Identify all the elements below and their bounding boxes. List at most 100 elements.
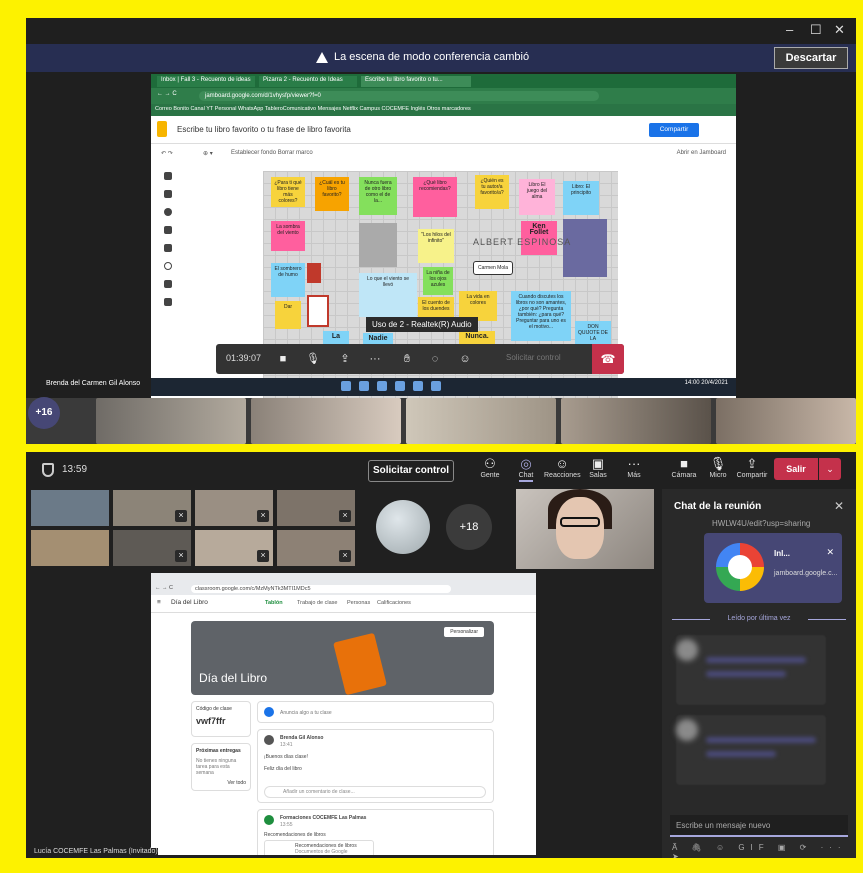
chevron-down-icon[interactable]: ⌄ [819,458,841,480]
browser-tab[interactable]: Inbox | Fall 3 - Recuento de ideas [157,76,255,87]
sticky-note[interactable]: Libro El juego del alma [519,179,555,215]
tab-people[interactable]: Personas [347,600,370,606]
zoom-icon[interactable]: ⊕ ▾ [203,150,213,157]
sticky-note[interactable]: Libro: El principito [563,181,599,215]
bookmarks-bar[interactable]: Correo Bonito Canal YT Personal WhatsApp… [151,104,736,116]
view-all-link[interactable]: Ver todo [227,780,246,786]
sticky-note[interactable]: "Los hilos del infinito" [418,229,454,263]
select-icon[interactable] [164,208,172,216]
chat-button[interactable]: ◎ Chat [508,456,544,482]
participant-tile[interactable] [30,529,110,567]
raise-hand-icon[interactable]: ✋︎ [398,350,416,368]
request-control-button[interactable]: Solicitar control [506,353,561,362]
sticky-note[interactable]: La niña de los ojos azules [423,267,453,295]
frame-tools[interactable]: Establecer fondo Borrar marco [231,150,313,156]
link-preview-card[interactable]: Inl... ✕ jamboard.google.c... [704,533,842,603]
minimize-icon[interactable]: – [786,22,793,37]
tab-grades[interactable]: Calificaciones [377,600,411,606]
mic-button[interactable]: 🎙︎ Micro [700,456,736,479]
sticky-note[interactable]: El sombrero de humo [271,263,305,297]
camera-button[interactable]: ■ Cámara [666,456,702,479]
name-box[interactable]: Carmen Mola [473,261,513,275]
chrome-icon[interactable] [395,381,405,391]
rooms-button[interactable]: ▣ Salas [580,456,616,479]
more-participants-badge[interactable]: +16 [28,397,60,429]
close-icon[interactable]: ✕ [826,547,834,558]
sticky-note[interactable]: ¿Para ti qué libro tiene más colores? [271,177,305,207]
sticky-note[interactable]: ¿Quién es tu autor/a favorito/a? [475,175,509,209]
open-in-jamboard-link[interactable]: Abrir en Jamboard [677,150,726,156]
attachment-card[interactable]: Recomendaciones de libros Documentos de … [264,840,374,855]
shape-icon[interactable] [164,262,172,270]
leave-button[interactable]: Salir [774,458,818,480]
dismiss-button[interactable]: Descartar [774,47,848,69]
people-button[interactable]: ⚇ Gente [472,456,508,479]
participant-tile[interactable]: ⨯ [194,489,274,527]
address-bar[interactable]: classroom.google.com/c/MzMyNTk3MTI1MDc5 [191,585,451,593]
camera-icon[interactable]: ■ [274,350,292,368]
sticky-note[interactable]: ¿Qué libro recomiendas? [413,177,457,217]
chat-compose-tools[interactable]: A᷉ 🖇 ☺ GIF ▣ ⟳ ··· ➤ [672,843,856,858]
request-control-button[interactable]: Solicitar control [368,460,454,482]
close-icon[interactable]: ✕ [834,22,845,38]
more-icon[interactable]: ··· [366,350,384,368]
tab-stream[interactable]: Tablón [265,600,283,606]
message-input[interactable]: Escribe un mensaje nuevo [670,815,848,837]
participant-tile[interactable]: ⨯ [276,489,356,527]
participant-video[interactable] [716,398,856,444]
participant-tile[interactable]: ⨯ [194,529,274,567]
pen-icon[interactable] [164,172,172,180]
browser-tab[interactable]: Pizarra 2 - Recuento de Ideas [259,76,357,87]
participant-video[interactable] [406,398,556,444]
participant-video[interactable] [251,398,401,444]
people-icon[interactable]: ☺ [456,350,474,368]
participant-tile[interactable] [30,489,110,527]
more-participants-badge[interactable]: +18 [446,504,492,550]
sticky-note-icon[interactable] [164,226,172,234]
share-button[interactable]: ⇪ Compartir [734,456,770,479]
tab-classwork[interactable]: Trabajo de clase [297,600,337,606]
laser-icon[interactable] [164,298,172,306]
participant-video[interactable] [96,398,246,444]
word-icon[interactable] [431,381,441,391]
more-button[interactable]: ··· Más [616,456,652,479]
eraser-icon[interactable] [164,190,172,198]
customize-button[interactable]: Personalizar [444,627,484,637]
announce-box[interactable]: Anuncia algo a tu clase [257,701,494,723]
share-tray-icon[interactable]: ⇪ [336,350,354,368]
sticky-note[interactable]: Lo que el viento se llevó [359,273,417,317]
participant-tile[interactable]: ⨯ [112,489,192,527]
teams-icon[interactable] [413,381,423,391]
participant-tile[interactable]: ⨯ [276,529,356,567]
jamboard-title[interactable]: Escribe tu libro favorito o tu frase de … [177,125,351,134]
sticky-note[interactable]: Cuando discutes los libros no son amante… [511,291,571,341]
sticky-note[interactable]: Nunca fuera de otro libro como el de la.… [359,177,397,215]
participant-avatar[interactable] [376,500,430,554]
image-icon[interactable] [164,244,172,252]
comment-input[interactable]: Añadir un comentario de clase... [264,786,486,798]
class-code[interactable]: vwf7ffr [196,716,246,726]
participant-tile[interactable]: ⨯ [112,529,192,567]
address-bar[interactable]: jamboard.google.com/d/1vhysfp/viewer?f=0 [199,91,599,101]
close-icon[interactable]: ✕ [834,499,844,513]
browser-tab-active[interactable]: Escribe tu libro favorito o tu... [361,76,471,87]
reactions-button[interactable]: ☺ Reacciones [544,456,581,479]
author-text[interactable]: ALBERT ESPINOSA [473,237,571,247]
mic-off-icon[interactable]: 🎙︎ [304,350,322,368]
maximize-icon[interactable]: ☐ [810,22,822,38]
hang-up-button[interactable]: ☎︎ [592,344,624,374]
chat-link-text[interactable]: HWLW4U/edit?usp=sharing [712,519,810,528]
sticky-note[interactable]: ¿Cuál es tu libro favorito? [315,177,349,211]
explorer-icon[interactable] [377,381,387,391]
participant-video[interactable] [561,398,711,444]
nav-arrows-icon[interactable]: ← → C [157,91,177,97]
search-icon[interactable] [359,381,369,391]
sticky-note[interactable]: Dar [275,301,301,329]
windows-icon[interactable] [341,381,351,391]
chat-icon[interactable]: ◌ [426,350,444,368]
sticky-note[interactable]: La sombra del viento [271,221,305,251]
text-box-icon[interactable] [164,280,172,288]
undo-redo-icon[interactable]: ↶ ↷ [161,150,173,157]
share-button[interactable]: Compartir [649,123,699,137]
menu-icon[interactable]: ≡ [157,599,161,606]
